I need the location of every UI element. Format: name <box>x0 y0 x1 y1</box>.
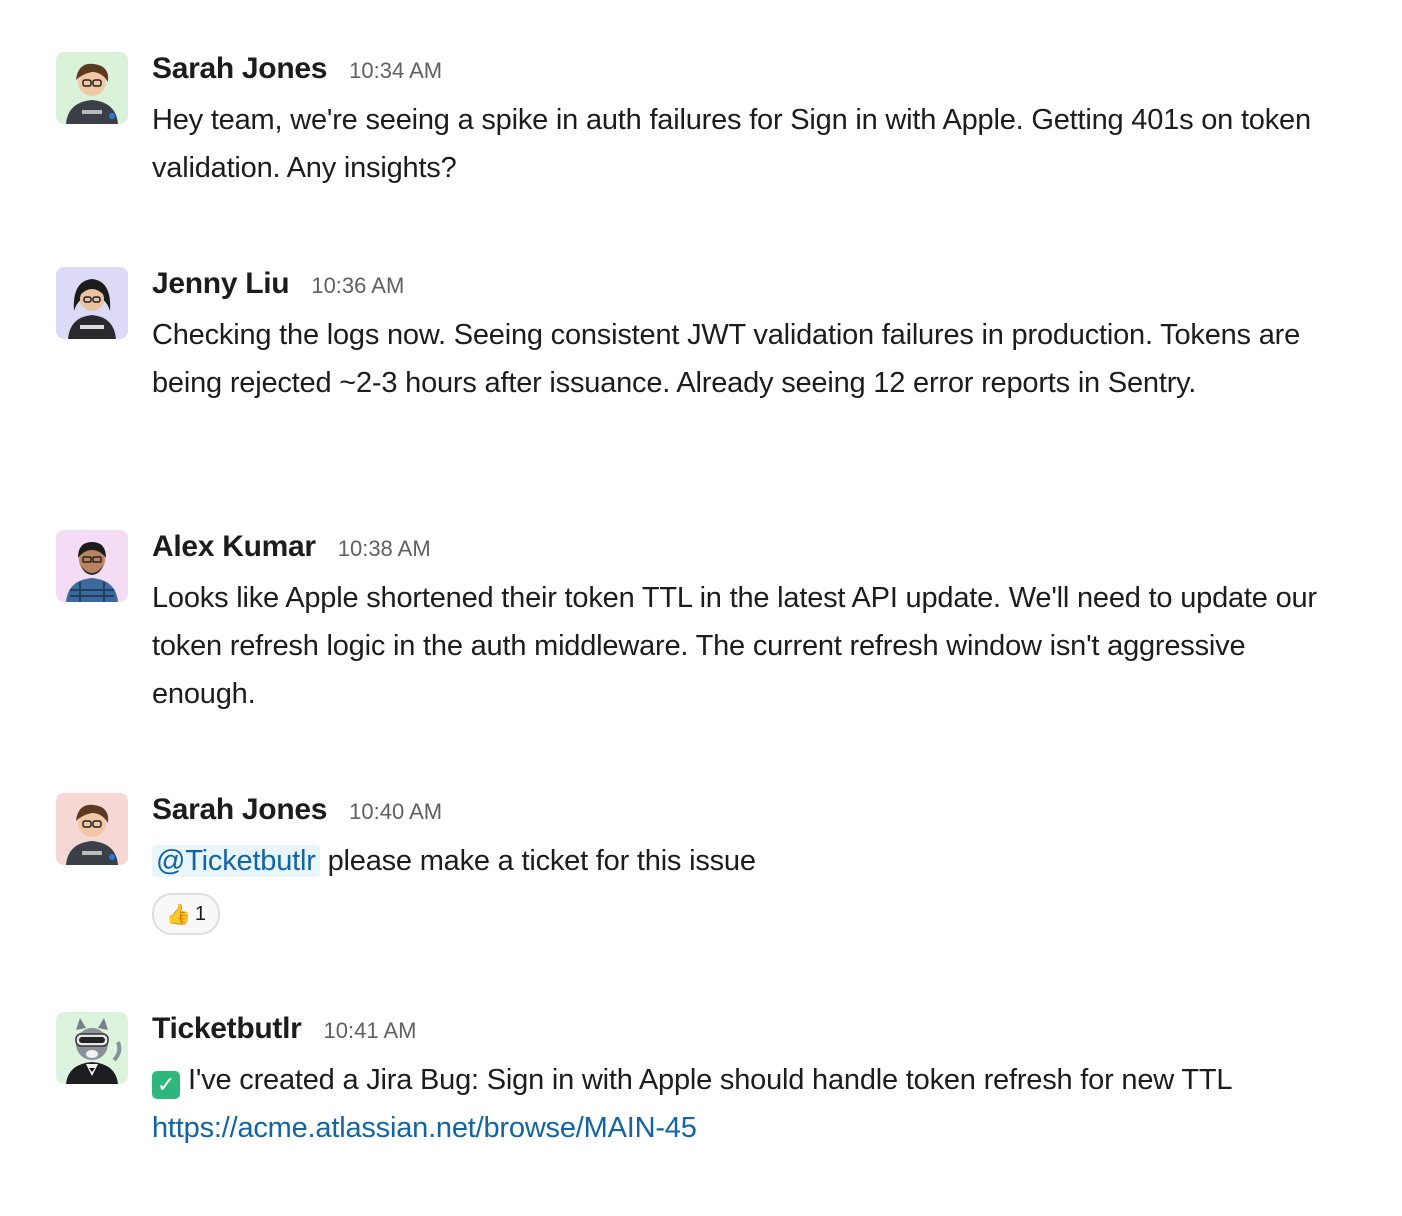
message-text: @Ticketbutlr please make a ticket for th… <box>152 837 1342 885</box>
author-name[interactable]: Sarah Jones <box>152 793 327 827</box>
message-body: please make a ticket for this issue <box>327 845 756 877</box>
reaction-thumbs-up[interactable]: 👍 1 <box>152 893 221 935</box>
author-name[interactable]: Ticketbutlr <box>152 1012 302 1046</box>
thumbs-up-icon: 👍 <box>166 903 191 926</box>
sarah-avatar-icon[interactable] <box>56 52 128 124</box>
message-body: I've created a Jira Bug: Sign in with Ap… <box>188 1064 1233 1096</box>
author-name[interactable]: Alex Kumar <box>152 530 316 564</box>
reaction-count: 1 <box>194 902 207 925</box>
check-mark-icon: ✓ <box>152 1071 180 1099</box>
author-name[interactable]: Jenny Liu <box>152 267 290 301</box>
author-name[interactable]: Sarah Jones <box>152 52 327 86</box>
message-text: ✓ I've created a Jira Bug: Sign in with A… <box>152 1056 1342 1152</box>
timestamp[interactable]: 10:38 AM <box>338 536 431 562</box>
mention-ticketbutlr[interactable]: @Ticketbutlr <box>152 845 320 877</box>
timestamp[interactable]: 10:40 AM <box>349 799 442 825</box>
timestamp[interactable]: 10:36 AM <box>311 273 404 299</box>
timestamp[interactable]: 10:34 AM <box>349 58 442 84</box>
jenny-avatar-icon[interactable] <box>56 267 128 339</box>
message-text: Hey team, we're seeing a spike in auth f… <box>152 104 1311 184</box>
jira-ticket-link[interactable]: https://acme.atlassian.net/browse/MAIN-4… <box>152 1104 1342 1152</box>
timestamp[interactable]: 10:41 AM <box>324 1018 417 1044</box>
sarah-avatar-icon[interactable] <box>56 793 128 865</box>
message-text: Checking the logs now. Seeing consistent… <box>152 319 1301 399</box>
alex-avatar-icon[interactable] <box>56 530 128 602</box>
bot-cat-avatar-icon[interactable] <box>56 1012 128 1084</box>
message-text: Looks like Apple shortened their token T… <box>152 582 1317 710</box>
message-feed: Sarah Jones 10:34 AM Hey team, we're see… <box>0 0 1402 1216</box>
